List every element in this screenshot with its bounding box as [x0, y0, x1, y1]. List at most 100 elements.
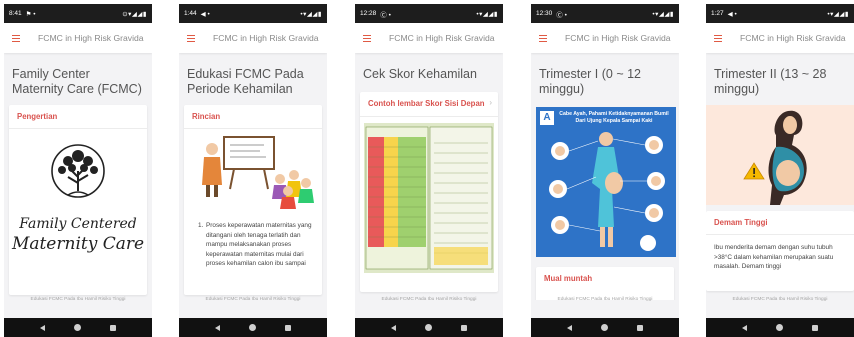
card-heading[interactable]: Pengertian [9, 105, 147, 129]
logo-line-1: Family Centered [19, 216, 137, 232]
status-icons: Ⓒ • [380, 11, 391, 19]
card-heading[interactable]: Demam Tinggi [706, 211, 854, 235]
card-heading-text: Contoh lembar Skor Sisi Depan [368, 99, 485, 108]
page-title: Trimester I (0 ~ 12 minggu) [539, 67, 641, 96]
page-title: Edukasi FCMC Pada Periode Kehamilan [187, 67, 304, 96]
content-area[interactable]: Trimester II (13 ~ 28 minggu) Demam Ting… [706, 53, 854, 300]
page-title: Family Center Maternity Care (FCMC) [12, 67, 142, 96]
back-icon[interactable] [40, 324, 46, 331]
footer-text: Edukasi FCMC Pada Ibu Hamil Risiko Tingg… [557, 297, 653, 302]
status-bar: 12:30 Ⓒ • •▾◢◢▮ [531, 4, 679, 23]
home-icon[interactable] [248, 324, 256, 331]
recent-apps-icon[interactable] [109, 324, 116, 331]
card-pengertian: Pengertian Family Centered Maternity Car… [9, 105, 147, 295]
card-score-sheet: Contoh lembar Skor Sisi Depan › [360, 92, 498, 292]
footer-text: Edukasi FCMC Pada Ibu Hamil Risiko Tingg… [381, 297, 477, 302]
app-bar: FCMC in High Risk Gravida [4, 23, 152, 53]
recent-apps-icon[interactable] [636, 324, 643, 331]
app-title: FCMC in High Risk Gravida [38, 33, 144, 43]
page-title: Cek Skor Kehamilan [363, 67, 477, 81]
content-area[interactable]: Trimester I (0 ~ 12 minggu) A Cabe Ayah,… [531, 53, 679, 300]
list-item-text: Proses keperawatan maternitas yang ditan… [206, 222, 312, 267]
signal-icons: •▾◢◢▮ [476, 10, 498, 18]
content-area[interactable]: Edukasi FCMC Pada Periode Kehamilan Rinc… [179, 53, 327, 300]
app-bar: FCMC in High Risk Gravida [531, 23, 679, 53]
score-sheet-image [364, 123, 494, 273]
card-demam-tinggi: Demam Tinggi Ibu menderita demam dengan … [706, 211, 854, 291]
menu-icon[interactable] [363, 34, 371, 42]
back-icon[interactable] [215, 324, 221, 331]
phone-screen-3: 12:28 Ⓒ • •▾◢◢▮ FCMC in High Risk Gravida… [355, 4, 503, 337]
trimester-poster: A Cabe Ayah, Pahami Ketidaknyamanan Bumi… [536, 107, 676, 257]
phone-screen-2: 1:44 ◀ • •▾◢◢▮ FCMC in High Risk Gravida … [179, 4, 327, 337]
content-area[interactable]: Cek Skor Kehamilan Contoh lembar Skor Si… [355, 53, 503, 300]
app-title: FCMC in High Risk Gravida [389, 33, 495, 43]
menu-icon[interactable] [539, 34, 547, 42]
poster-letter: A [540, 111, 554, 125]
signal-icons: ⊙▾◢◢▮ [122, 10, 147, 18]
app-bar: FCMC in High Risk Gravida [706, 23, 854, 53]
android-nav-bar [706, 318, 854, 337]
classroom-illustration [202, 136, 314, 209]
list-item: 1. Proses keperawatan maternitas yang di… [184, 217, 322, 277]
card-heading[interactable]: Contoh lembar Skor Sisi Depan › [360, 92, 498, 117]
back-icon[interactable] [391, 324, 397, 331]
status-icons: ◀ • [727, 10, 737, 18]
back-icon[interactable] [567, 324, 573, 331]
status-bar: 8:41 ⚑ • ⊙▾◢◢▮ [4, 4, 152, 23]
status-time: 12:28 [360, 10, 377, 17]
phone-screen-5: 1:27 ◀ • •▾◢◢▮ FCMC in High Risk Gravida … [706, 4, 854, 337]
content-area[interactable]: Family Center Maternity Care (FCMC) Peng… [4, 53, 152, 300]
body-text: Ibu menderita demam dengan suhu tubuh >3… [714, 244, 834, 270]
card-mual-muntah: Mual muntah [536, 267, 674, 300]
app-title: FCMC in High Risk Gravida [565, 33, 671, 43]
signal-icons: •▾◢◢▮ [300, 10, 322, 18]
home-icon[interactable] [73, 324, 81, 331]
menu-icon[interactable] [714, 34, 722, 42]
poster-title: Cabe Ayah, Pahami Ketidaknyamanan Bumil … [559, 111, 669, 124]
logo-line-2: Maternity Care [11, 234, 145, 254]
card-heading[interactable]: Rincian [184, 105, 322, 129]
footer-text: Edukasi FCMC Pada Ibu Hamil Risiko Tingg… [30, 297, 126, 302]
status-icons: ⚑ • [25, 10, 36, 18]
recent-apps-icon[interactable] [284, 324, 291, 331]
footer-text: Edukasi FCMC Pada Ibu Hamil Risiko Tingg… [732, 297, 828, 302]
status-time: 12:30 [536, 10, 553, 17]
menu-icon[interactable] [12, 34, 20, 42]
android-nav-bar [179, 318, 327, 337]
footer-text: Edukasi FCMC Pada Ibu Hamil Risiko Tingg… [205, 297, 301, 302]
recent-apps-icon[interactable] [811, 324, 818, 331]
android-nav-bar [4, 318, 152, 337]
status-icons: Ⓒ • [556, 11, 567, 19]
home-icon[interactable] [424, 324, 432, 331]
pregnancy-illustration [706, 105, 854, 205]
signal-icons: •▾◢◢▮ [652, 10, 674, 18]
chevron-right-icon[interactable]: › [489, 98, 492, 108]
status-icons: ◀ • [200, 10, 210, 18]
home-icon[interactable] [775, 324, 783, 331]
list-number: 1. [198, 222, 204, 229]
pregnant-woman-diagram [549, 132, 665, 251]
status-bar: 12:28 Ⓒ • •▾◢◢▮ [355, 4, 503, 23]
android-nav-bar [355, 318, 503, 337]
status-time: 8:41 [9, 10, 22, 17]
app-title: FCMC in High Risk Gravida [213, 33, 319, 43]
back-icon[interactable] [742, 324, 748, 331]
card-heading[interactable]: Mual muntah [536, 267, 674, 290]
phone-screen-4: 12:30 Ⓒ • •▾◢◢▮ FCMC in High Risk Gravida… [531, 4, 679, 337]
app-bar: FCMC in High Risk Gravida [355, 23, 503, 53]
app-title: FCMC in High Risk Gravida [740, 33, 846, 43]
home-icon[interactable] [600, 324, 608, 331]
status-time: 1:44 [184, 10, 197, 17]
status-bar: 1:27 ◀ • •▾◢◢▮ [706, 4, 854, 23]
fcmc-logo: Family Centered Maternity Care [9, 129, 147, 254]
menu-icon[interactable] [187, 34, 195, 42]
app-bar: FCMC in High Risk Gravida [179, 23, 327, 53]
pregnant-woman-icon [743, 110, 807, 205]
status-bar: 1:44 ◀ • •▾◢◢▮ [179, 4, 327, 23]
recent-apps-icon[interactable] [460, 324, 467, 331]
android-nav-bar [531, 318, 679, 337]
tree-icon [51, 144, 105, 198]
signal-icons: •▾◢◢▮ [827, 10, 849, 18]
card-rincian: Rincian 1. Proses keperawatan maternitas… [184, 105, 322, 295]
